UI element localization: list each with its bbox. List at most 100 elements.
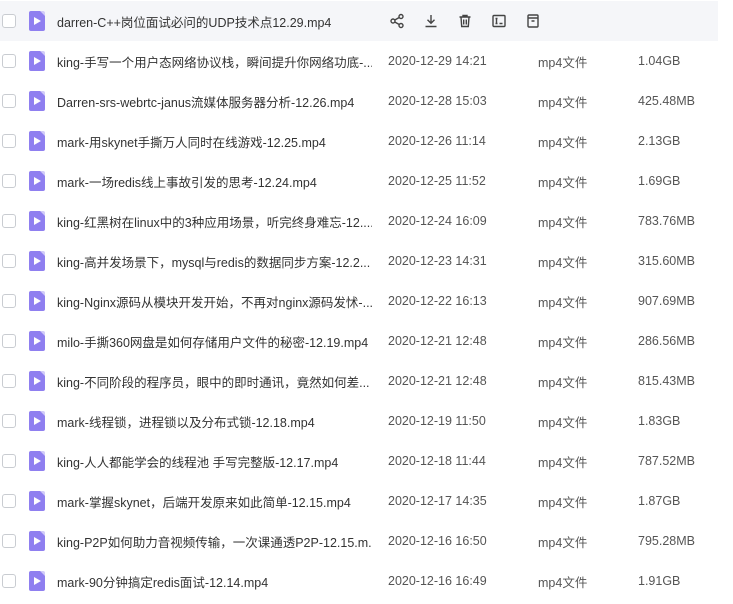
video-file-icon xyxy=(29,291,45,311)
file-row[interactable]: king-Nginx源码从模块开发开始，不再对nginx源码发怵-... 202… xyxy=(0,281,733,321)
file-type: mp4文件 xyxy=(538,255,588,270)
file-size: 425.48MB xyxy=(638,94,695,108)
file-date: 2020-12-24 16:09 xyxy=(388,214,487,228)
row-checkbox[interactable] xyxy=(2,374,16,388)
file-date: 2020-12-21 12:48 xyxy=(388,374,487,388)
video-file-icon xyxy=(29,411,45,431)
file-name[interactable]: king-Nginx源码从模块开发开始，不再对nginx源码发怵-... xyxy=(57,292,372,311)
file-type: mp4文件 xyxy=(538,55,588,70)
row-checkbox[interactable] xyxy=(2,54,16,68)
video-file-icon xyxy=(29,211,45,231)
video-file-icon xyxy=(29,51,45,71)
file-name[interactable]: mark-掌握skynet，后端开发原来如此简单-12.15.mp4 xyxy=(57,492,372,511)
file-size: 1.87GB xyxy=(638,494,681,508)
file-name[interactable]: darren-C++岗位面试必问的UDP技术点12.29.mp4 xyxy=(57,12,372,31)
file-name[interactable]: king-人人都能学会的线程池 手写完整版-12.17.mp4 xyxy=(57,452,372,471)
file-name[interactable]: king-手写一个用户态网络协议栈，瞬间提升你网络功底-... xyxy=(57,52,372,71)
file-size: 783.76MB xyxy=(638,214,695,228)
row-checkbox[interactable] xyxy=(2,174,16,188)
file-type: mp4文件 xyxy=(538,535,588,550)
file-name[interactable]: mark-90分钟搞定redis面试-12.14.mp4 xyxy=(57,572,372,591)
row-checkbox[interactable] xyxy=(2,414,16,428)
video-file-icon xyxy=(29,91,45,111)
file-name[interactable]: king-不同阶段的程序员，眼中的即时通讯，竟然如何差... xyxy=(57,372,372,391)
video-file-icon xyxy=(29,171,45,191)
file-date: 2020-12-21 12:48 xyxy=(388,334,487,348)
file-row[interactable]: darren-C++岗位面试必问的UDP技术点12.29.mp4 xyxy=(0,1,718,41)
file-type: mp4文件 xyxy=(538,95,588,110)
file-size: 286.56MB xyxy=(638,334,695,348)
file-date: 2020-12-16 16:50 xyxy=(388,534,487,548)
row-checkbox[interactable] xyxy=(2,94,16,108)
video-file-icon xyxy=(29,531,45,551)
file-row[interactable]: milo-手撕360网盘是如何存储用户文件的秘密-12.19.mp4 2020-… xyxy=(0,321,733,361)
file-row[interactable]: king-红黑树在linux中的3种应用场景，听完终身难忘-12.... 202… xyxy=(0,201,733,241)
file-row[interactable]: mark-线程锁，进程锁以及分布式锁-12.18.mp4 2020-12-19 … xyxy=(0,401,733,441)
file-size: 1.04GB xyxy=(638,54,681,68)
file-row[interactable]: king-高并发场景下，mysql与redis的数据同步方案-12.2... 2… xyxy=(0,241,733,281)
file-size: 795.28MB xyxy=(638,534,695,548)
file-name[interactable]: milo-手撕360网盘是如何存储用户文件的秘密-12.19.mp4 xyxy=(57,332,372,351)
file-name[interactable]: mark-线程锁，进程锁以及分布式锁-12.18.mp4 xyxy=(57,412,372,431)
file-name[interactable]: king-红黑树在linux中的3种应用场景，听完终身难忘-12.... xyxy=(57,212,372,231)
file-row[interactable]: mark-掌握skynet，后端开发原来如此简单-12.15.mp4 2020-… xyxy=(0,481,733,521)
video-file-icon xyxy=(29,371,45,391)
file-row[interactable]: mark-用skynet手撕万人同时在线游戏-12.25.mp4 2020-12… xyxy=(0,121,733,161)
file-date: 2020-12-29 14:21 xyxy=(388,54,487,68)
video-file-icon xyxy=(29,11,45,31)
file-type: mp4文件 xyxy=(538,135,588,150)
file-type: mp4文件 xyxy=(538,415,588,430)
file-date: 2020-12-17 14:35 xyxy=(388,494,487,508)
file-size: 1.69GB xyxy=(638,174,681,188)
file-name[interactable]: king-高并发场景下，mysql与redis的数据同步方案-12.2... xyxy=(57,252,372,271)
file-type: mp4文件 xyxy=(538,295,588,310)
file-type: mp4文件 xyxy=(538,175,588,190)
file-date: 2020-12-16 16:49 xyxy=(388,574,487,588)
file-date: 2020-12-23 14:31 xyxy=(388,254,487,268)
file-type: mp4文件 xyxy=(538,335,588,350)
row-checkbox[interactable] xyxy=(2,214,16,228)
file-row[interactable]: mark-90分钟搞定redis面试-12.14.mp4 2020-12-16 … xyxy=(0,561,733,601)
row-checkbox[interactable] xyxy=(2,14,16,28)
file-row[interactable]: king-不同阶段的程序员，眼中的即时通讯，竟然如何差... 2020-12-2… xyxy=(0,361,733,401)
row-checkbox[interactable] xyxy=(2,294,16,308)
rename-icon[interactable] xyxy=(490,12,508,30)
row-checkbox[interactable] xyxy=(2,454,16,468)
row-checkbox[interactable] xyxy=(2,574,16,588)
row-checkbox[interactable] xyxy=(2,494,16,508)
file-row[interactable]: Darren-srs-webrtc-janus流媒体服务器分析-12.26.mp… xyxy=(0,81,733,121)
video-file-icon xyxy=(29,131,45,151)
file-size: 787.52MB xyxy=(638,454,695,468)
file-name[interactable]: Darren-srs-webrtc-janus流媒体服务器分析-12.26.mp… xyxy=(57,92,372,111)
share-icon[interactable] xyxy=(388,12,406,30)
row-checkbox[interactable] xyxy=(2,134,16,148)
video-file-icon xyxy=(29,571,45,591)
row-checkbox[interactable] xyxy=(2,254,16,268)
file-name[interactable]: mark-一场redis线上事故引发的思考-12.24.mp4 xyxy=(57,172,372,191)
file-date: 2020-12-18 11:44 xyxy=(388,454,486,468)
file-type: mp4文件 xyxy=(538,575,588,590)
file-list: darren-C++岗位面试必问的UDP技术点12.29.mp4 king-手写… xyxy=(0,0,733,604)
download-icon[interactable] xyxy=(422,12,440,30)
more-icon[interactable] xyxy=(524,12,542,30)
file-date: 2020-12-22 16:13 xyxy=(388,294,487,308)
file-date: 2020-12-19 11:50 xyxy=(388,414,486,428)
file-row[interactable]: mark-一场redis线上事故引发的思考-12.24.mp4 2020-12-… xyxy=(0,161,733,201)
file-row[interactable]: king-手写一个用户态网络协议栈，瞬间提升你网络功底-... 2020-12-… xyxy=(0,41,733,81)
file-name[interactable]: mark-用skynet手撕万人同时在线游戏-12.25.mp4 xyxy=(57,132,372,151)
file-row[interactable]: king-P2P如何助力音视频传输，一次课通透P2P-12.15.m... 20… xyxy=(0,521,733,561)
file-size: 907.69MB xyxy=(638,294,695,308)
file-size: 315.60MB xyxy=(638,254,695,268)
file-date: 2020-12-28 15:03 xyxy=(388,94,487,108)
file-size: 815.43MB xyxy=(638,374,695,388)
delete-icon[interactable] xyxy=(456,12,474,30)
file-name[interactable]: king-P2P如何助力音视频传输，一次课通透P2P-12.15.m... xyxy=(57,532,372,551)
file-type: mp4文件 xyxy=(538,215,588,230)
file-size: 1.91GB xyxy=(638,574,681,588)
row-checkbox[interactable] xyxy=(2,334,16,348)
file-size: 2.13GB xyxy=(638,134,681,148)
video-file-icon xyxy=(29,451,45,471)
row-checkbox[interactable] xyxy=(2,534,16,548)
video-file-icon xyxy=(29,251,45,271)
file-row[interactable]: king-人人都能学会的线程池 手写完整版-12.17.mp4 2020-12-… xyxy=(0,441,733,481)
